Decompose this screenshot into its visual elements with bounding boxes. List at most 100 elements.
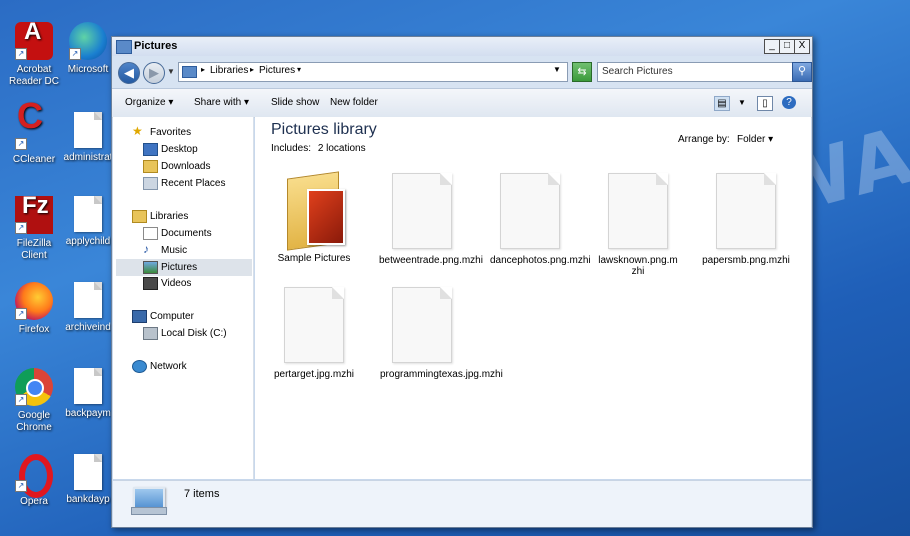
breadcrumb-separator-icon[interactable]: ▸ — [201, 65, 205, 74]
locations-link[interactable]: 2 locations — [318, 143, 366, 154]
star-icon: ★ — [132, 124, 143, 138]
document-icon — [74, 454, 102, 490]
new-folder-button[interactable]: New folder — [330, 97, 378, 108]
music-icon: ♪ — [143, 242, 149, 256]
nav-label: Videos — [161, 278, 192, 289]
desktop-icon-acrobat[interactable]: A ↗ Acrobat Reader DC — [3, 20, 65, 88]
desktop-icon-file[interactable]: backpaym — [57, 368, 119, 420]
search-input[interactable]: Search Pictures — [597, 62, 793, 82]
folder-item[interactable]: Sample Pictures — [269, 169, 359, 264]
address-row: ◀ ▶ ▼ ▸ Libraries ▸ Pictures ▾ ▼ ⇆ Searc… — [112, 56, 812, 89]
close-button[interactable]: X — [794, 39, 810, 54]
share-with-button[interactable]: Share with ▾ — [194, 97, 249, 108]
desktop-icon-label: administrat — [63, 152, 113, 163]
pictures-library-icon — [131, 487, 167, 515]
window-title: Pictures — [134, 40, 178, 52]
desktop-icon-label: applychild — [65, 236, 111, 247]
desktop-icon-file[interactable]: administrat — [57, 112, 119, 164]
breadcrumb-pictures[interactable]: Pictures — [259, 65, 295, 76]
preview-pane-icon[interactable]: ▯ — [757, 96, 773, 111]
search-icon[interactable]: ⚲ — [792, 62, 812, 82]
desktop-icon-ccleaner[interactable]: C ↗ CCleaner — [3, 98, 65, 166]
file-item[interactable]: programmingtexas.jpg.mzhi — [377, 287, 503, 380]
arrange-by-dropdown[interactable]: Folder ▾ — [737, 134, 773, 145]
item-count: 7 items — [184, 488, 220, 500]
minimize-button[interactable]: _ — [764, 39, 780, 54]
share-label: Share with — [194, 97, 242, 108]
view-icon[interactable]: ▤ — [714, 96, 730, 111]
document-icon — [74, 282, 102, 318]
file-icon — [392, 287, 452, 363]
organize-label: Organize — [125, 97, 166, 108]
file-icon — [284, 287, 344, 363]
nav-label: Favorites — [150, 127, 192, 138]
desktop-icon-firefox[interactable]: ↗ Firefox — [3, 282, 65, 336]
explorer-window: Pictures _ □ X ◀ ▶ ▼ ▸ Libraries ▸ Pictu… — [111, 36, 813, 528]
forward-button[interactable]: ▶ — [143, 62, 165, 84]
nav-label: Network — [150, 361, 187, 372]
desktop-icon-file[interactable]: bankdayp — [57, 454, 119, 506]
nav-label: Computer — [150, 311, 194, 322]
maximize-button[interactable]: □ — [779, 39, 795, 54]
libraries-icon — [132, 210, 147, 223]
computer-icon — [132, 310, 147, 323]
desktop-icon-label: bankdayp — [66, 494, 110, 505]
file-icon — [392, 173, 452, 249]
desktop-icon-label: FileZilla Client — [16, 238, 52, 261]
desktop-icon-label: CCleaner — [12, 154, 56, 165]
file-item[interactable]: dancephotos.png.mzhi — [485, 173, 591, 266]
details-pane: 7 items — [113, 480, 811, 527]
back-button[interactable]: ◀ — [118, 62, 140, 84]
refresh-icon[interactable]: ⇆ — [572, 62, 592, 82]
breadcrumb-separator-icon[interactable]: ▾ — [297, 65, 301, 74]
nav-label: Local Disk (C:) — [161, 328, 227, 339]
filezilla-icon: Fz ↗ — [15, 194, 53, 234]
file-name: dancephotos.png.mzhi — [490, 255, 591, 266]
address-dropdown-icon[interactable]: ▼ — [553, 65, 561, 74]
disk-icon — [143, 327, 158, 340]
file-item[interactable]: papersmb.png.mzhi — [701, 173, 791, 266]
breadcrumb-separator-icon[interactable]: ▸ — [250, 65, 254, 74]
file-item[interactable]: pertarget.jpg.mzhi — [269, 287, 359, 380]
search-placeholder: Search Pictures — [602, 66, 673, 77]
slide-show-button[interactable]: Slide show — [271, 97, 319, 108]
file-name: betweentrade.png.mzhi — [379, 255, 483, 266]
library-includes: Includes: 2 locations — [271, 143, 366, 154]
help-icon[interactable]: ? — [782, 96, 796, 109]
document-icon — [74, 368, 102, 404]
firefox-icon: ↗ — [15, 282, 53, 320]
videos-icon — [143, 277, 158, 290]
nav-pictures[interactable]: Pictures — [116, 259, 252, 276]
command-bar: Organize ▾ Share with ▾ Slide show New f… — [112, 89, 812, 118]
desktop-icon-label: Google Chrome — [16, 410, 52, 433]
view-dropdown-icon[interactable]: ▼ — [735, 96, 749, 109]
edge-icon: ↗ — [69, 22, 107, 60]
nav-label: Pictures — [161, 262, 198, 273]
desktop-icon-edge[interactable]: ↗ Microsoft — [57, 22, 119, 76]
recent-pages-chevron-icon[interactable]: ▼ — [167, 67, 175, 76]
organize-button[interactable]: Organize ▾ — [125, 97, 173, 108]
desktop-icon-chrome[interactable]: ↗ Google Chrome — [3, 368, 65, 434]
desktop-icon — [143, 143, 158, 156]
file-name: papersmb.png.mzhi — [702, 255, 790, 266]
file-name: pertarget.jpg.mzhi — [273, 369, 355, 380]
acrobat-icon: A ↗ — [15, 20, 53, 60]
nav-label: Desktop — [161, 144, 198, 155]
desktop-icon-filezilla[interactable]: Fz ↗ FileZilla Client — [3, 194, 65, 262]
file-item[interactable]: betweentrade.png.mzhi — [377, 173, 483, 266]
nav-label: Downloads — [161, 161, 211, 172]
breadcrumb-libraries[interactable]: Libraries — [210, 65, 248, 76]
library-title: Pictures library — [271, 121, 377, 138]
nav-label: Recent Places — [161, 178, 226, 189]
desktop-icon-label: Firefox — [18, 324, 50, 335]
desktop-icon-file[interactable]: applychild — [57, 196, 119, 248]
desktop-icon-label: archiveind — [65, 322, 111, 333]
folder-icon — [283, 169, 345, 251]
title-bar[interactable]: Pictures _ □ X — [112, 37, 812, 56]
file-icon — [716, 173, 776, 249]
nav-label: Music — [161, 245, 188, 256]
file-item[interactable]: lawsknown.png.mzhi — [593, 173, 683, 277]
desktop-icon-file[interactable]: archiveind — [57, 282, 119, 334]
address-bar[interactable]: ▸ Libraries ▸ Pictures ▾ ▼ — [178, 62, 568, 82]
desktop-icon-opera[interactable]: ↗ Opera — [3, 454, 65, 508]
